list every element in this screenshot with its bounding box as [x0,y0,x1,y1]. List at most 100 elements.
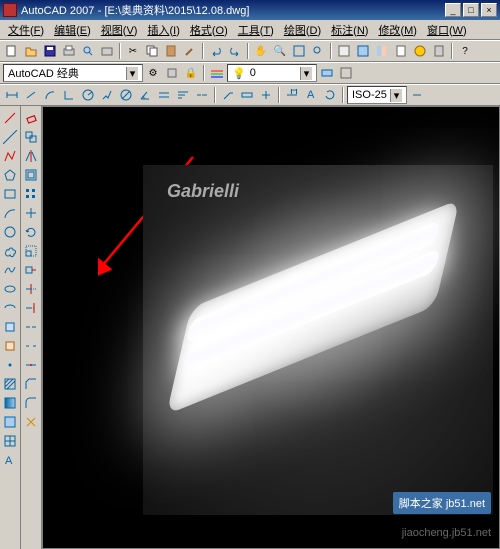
join-icon[interactable] [22,355,41,374]
workspace-save-icon[interactable] [163,64,181,82]
layer-prev-icon[interactable] [318,64,336,82]
pan-icon[interactable]: ✋ [252,42,270,60]
polygon-icon[interactable] [1,165,20,184]
redo-icon[interactable] [226,42,244,60]
revcloud-icon[interactable] [1,241,20,260]
zoom-icon[interactable]: 🔍 [271,42,289,60]
dim-linear-icon[interactable] [3,86,21,104]
arc-icon[interactable] [1,203,20,222]
calc-icon[interactable] [430,42,448,60]
insert-block-icon[interactable] [1,317,20,336]
break-icon[interactable] [22,336,41,355]
point-icon[interactable] [1,355,20,374]
trim-icon[interactable] [22,279,41,298]
matchprop-icon[interactable] [181,42,199,60]
array-icon[interactable] [22,184,41,203]
rotate-icon[interactable] [22,222,41,241]
new-icon[interactable] [3,42,21,60]
maximize-button[interactable]: □ [463,3,479,17]
break-point-icon[interactable] [22,317,41,336]
copy-obj-icon[interactable] [22,127,41,146]
menu-view[interactable]: 视图(V) [97,20,142,40]
move-icon[interactable] [22,203,41,222]
markup-icon[interactable] [411,42,429,60]
sheet-set-icon[interactable] [392,42,410,60]
layer-state-icon[interactable] [337,64,355,82]
dimstyle-combo[interactable]: ISO-25 ▾ [347,86,407,104]
hatch-icon[interactable] [1,374,20,393]
xline-icon[interactable] [1,127,20,146]
help-icon[interactable]: ? [456,42,474,60]
publish-icon[interactable] [98,42,116,60]
layer-combo[interactable]: 💡 0 ▾ [227,64,317,82]
center-mark-icon[interactable] [257,86,275,104]
table-icon[interactable] [1,431,20,450]
line-icon[interactable] [1,108,20,127]
ellipse-icon[interactable] [1,279,20,298]
lock-ui-icon[interactable]: 🔒 [182,64,200,82]
qleader-icon[interactable] [219,86,237,104]
workspace-settings-icon[interactable]: ⚙ [144,64,162,82]
plot-icon[interactable] [60,42,78,60]
menu-draw[interactable]: 绘图(D) [280,20,325,40]
dimstyle-icon[interactable] [408,86,426,104]
erase-icon[interactable] [22,108,41,127]
tool-palette-icon[interactable] [373,42,391,60]
mtext-icon[interactable]: A [1,450,20,469]
zoom-window-icon[interactable] [290,42,308,60]
menu-format[interactable]: 格式(O) [186,20,232,40]
dim-radius-icon[interactable] [79,86,97,104]
dim-arc-icon[interactable] [41,86,59,104]
tolerance-icon[interactable] [238,86,256,104]
menu-window[interactable]: 窗口(W) [423,20,471,40]
menu-dim[interactable]: 标注(N) [327,20,372,40]
extend-icon[interactable] [22,298,41,317]
dim-continue-icon[interactable] [193,86,211,104]
menu-modify[interactable]: 修改(M) [374,20,421,40]
design-center-icon[interactable] [354,42,372,60]
paste-icon[interactable] [162,42,180,60]
save-icon[interactable] [41,42,59,60]
gradient-icon[interactable] [1,393,20,412]
spline-icon[interactable] [1,260,20,279]
open-icon[interactable] [22,42,40,60]
drawing-area[interactable]: Gabrielli 脚本之家 jb51.net jiaocheng.jb51.n… [42,106,500,549]
preview-icon[interactable] [79,42,97,60]
region-icon[interactable] [1,412,20,431]
dim-baseline-icon[interactable] [174,86,192,104]
copy-icon[interactable] [143,42,161,60]
ellipse-arc-icon[interactable] [1,298,20,317]
workspace-combo[interactable]: AutoCAD 经典 ▾ [3,64,143,82]
menu-edit[interactable]: 编辑(E) [50,20,95,40]
menu-tools[interactable]: 工具(T) [234,20,278,40]
scale-icon[interactable] [22,241,41,260]
explode-icon[interactable] [22,412,41,431]
chamfer-icon[interactable] [22,374,41,393]
dim-ordinate-icon[interactable] [60,86,78,104]
dim-angular-icon[interactable] [136,86,154,104]
pline-icon[interactable] [1,146,20,165]
layer-props-icon[interactable] [208,64,226,82]
dim-edit-icon[interactable]: H [283,86,301,104]
dim-diameter-icon[interactable] [117,86,135,104]
dim-update-icon[interactable] [321,86,339,104]
dim-quick-icon[interactable] [155,86,173,104]
properties-icon[interactable] [335,42,353,60]
make-block-icon[interactable] [1,336,20,355]
undo-icon[interactable] [207,42,225,60]
offset-icon[interactable] [22,165,41,184]
fillet-icon[interactable] [22,393,41,412]
menu-file[interactable]: 文件(F) [4,20,48,40]
circle-icon[interactable] [1,222,20,241]
menu-insert[interactable]: 插入(I) [143,20,183,40]
mirror-icon[interactable] [22,146,41,165]
minimize-button[interactable]: _ [445,3,461,17]
cut-icon[interactable]: ✂ [124,42,142,60]
zoom-prev-icon[interactable] [309,42,327,60]
dim-tedit-icon[interactable]: A [302,86,320,104]
close-button[interactable]: × [481,3,497,17]
stretch-icon[interactable] [22,260,41,279]
dim-jogged-icon[interactable] [98,86,116,104]
rectangle-icon[interactable] [1,184,20,203]
dim-aligned-icon[interactable] [22,86,40,104]
